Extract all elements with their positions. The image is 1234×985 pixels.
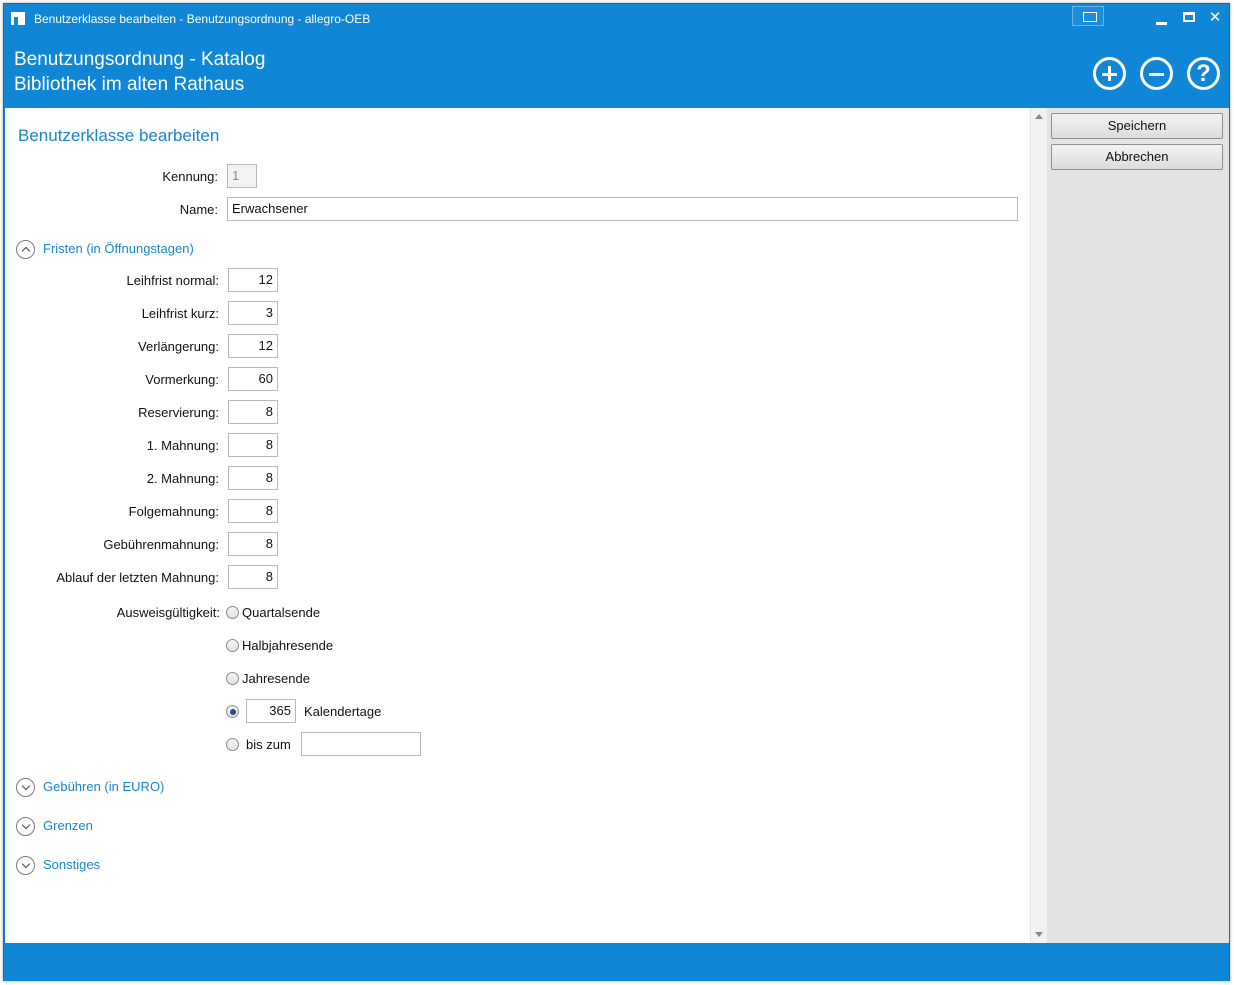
radio-quartalsende-label: Quartalsende bbox=[242, 605, 321, 620]
name-field[interactable]: Erwachsener bbox=[227, 197, 1018, 221]
frist-input[interactable]: 8 bbox=[228, 466, 278, 490]
frist-label: Verlängerung: bbox=[138, 339, 219, 354]
expand-icon bbox=[16, 856, 35, 875]
app-icon bbox=[11, 12, 25, 25]
scroll-up-icon[interactable] bbox=[1035, 114, 1043, 119]
vertical-scrollbar[interactable] bbox=[1030, 108, 1047, 943]
kalendertage-input[interactable]: 365 bbox=[246, 699, 296, 723]
radio-kalendertage-label: Kalendertage bbox=[304, 704, 382, 719]
frist-label: Folgemahnung: bbox=[128, 504, 219, 519]
help-icon[interactable]: ? bbox=[1187, 57, 1220, 90]
radio-jahresende[interactable] bbox=[226, 672, 239, 685]
close-button[interactable]: ✕ bbox=[1203, 8, 1227, 28]
maximize-icon bbox=[1183, 12, 1195, 22]
validity-label: Ausweisgültigkeit: bbox=[116, 605, 220, 620]
section-grenzen-label: Grenzen bbox=[43, 818, 93, 833]
collapse-icon bbox=[16, 240, 35, 259]
edit-form: Benutzerklasse bearbeiten Kennung: 1 Nam… bbox=[5, 108, 1030, 943]
kennung-label: Kennung: bbox=[162, 169, 218, 184]
add-icon[interactable] bbox=[1093, 57, 1126, 90]
frist-label: Vormerkung: bbox=[145, 372, 219, 387]
radio-halbjahresende[interactable] bbox=[226, 639, 239, 652]
radio-kalendertage[interactable] bbox=[226, 705, 239, 718]
header-title: Benutzungsordnung - Katalog bbox=[14, 49, 266, 70]
frist-label: Gebührenmahnung: bbox=[103, 537, 219, 552]
scroll-down-icon[interactable] bbox=[1035, 932, 1043, 937]
section-gebuehren-label: Gebühren (in EURO) bbox=[43, 779, 165, 794]
frist-label: 1. Mahnung: bbox=[146, 438, 219, 453]
frist-label: Reservierung: bbox=[138, 405, 219, 420]
radio-quartalsende[interactable] bbox=[226, 606, 239, 619]
frist-input[interactable]: 12 bbox=[228, 334, 278, 358]
radio-halbjahresende-label: Halbjahresende bbox=[242, 638, 334, 653]
kennung-field: 1 bbox=[227, 164, 257, 188]
frist-input[interactable]: 8 bbox=[228, 565, 278, 589]
action-panel: Speichern Abbrechen bbox=[1047, 108, 1229, 943]
dock-icon[interactable] bbox=[1072, 6, 1104, 26]
minimize-button[interactable] bbox=[1149, 8, 1173, 28]
minimize-icon bbox=[1156, 22, 1167, 25]
radio-bis-zum-label: bis zum bbox=[246, 737, 291, 752]
frist-label: 2. Mahnung: bbox=[146, 471, 219, 486]
cancel-button[interactable]: Abbrechen bbox=[1051, 144, 1223, 170]
frist-input[interactable]: 8 bbox=[228, 499, 278, 523]
expand-icon bbox=[16, 817, 35, 836]
window-title: Benutzerklasse bearbeiten - Benutzungsor… bbox=[34, 12, 371, 26]
frist-input[interactable]: 8 bbox=[228, 532, 278, 556]
name-label: Name: bbox=[179, 202, 218, 217]
header-subtitle: Bibliothek im alten Rathaus bbox=[14, 74, 245, 95]
title-bar: Benutzerklasse bearbeiten - Benutzungsor… bbox=[4, 4, 1229, 34]
expand-icon bbox=[16, 778, 35, 797]
maximize-button[interactable] bbox=[1177, 8, 1201, 28]
frist-label: Leihfrist normal: bbox=[126, 273, 219, 288]
status-bar bbox=[4, 943, 1229, 981]
radio-jahresende-label: Jahresende bbox=[242, 671, 310, 686]
frist-input[interactable]: 12 bbox=[228, 268, 278, 292]
radio-bis-zum[interactable] bbox=[226, 738, 239, 751]
page-title: Benutzerklasse bearbeiten bbox=[18, 126, 220, 145]
frist-input[interactable]: 8 bbox=[228, 433, 278, 457]
frist-input[interactable]: 60 bbox=[228, 367, 278, 391]
section-sonstiges-label: Sonstiges bbox=[43, 857, 101, 872]
frist-label: Ablauf der letzten Mahnung: bbox=[56, 570, 219, 585]
frist-input[interactable]: 3 bbox=[228, 301, 278, 325]
frist-input[interactable]: 8 bbox=[228, 400, 278, 424]
bis-zum-date-input[interactable] bbox=[301, 732, 421, 756]
save-button[interactable]: Speichern bbox=[1051, 113, 1223, 139]
section-fristen-label: Fristen (in Öffnungstagen) bbox=[43, 241, 194, 256]
remove-icon[interactable] bbox=[1140, 57, 1173, 90]
app-window: Benutzerklasse bearbeiten - Benutzungsor… bbox=[3, 3, 1230, 981]
frist-label: Leihfrist kurz: bbox=[141, 306, 219, 321]
